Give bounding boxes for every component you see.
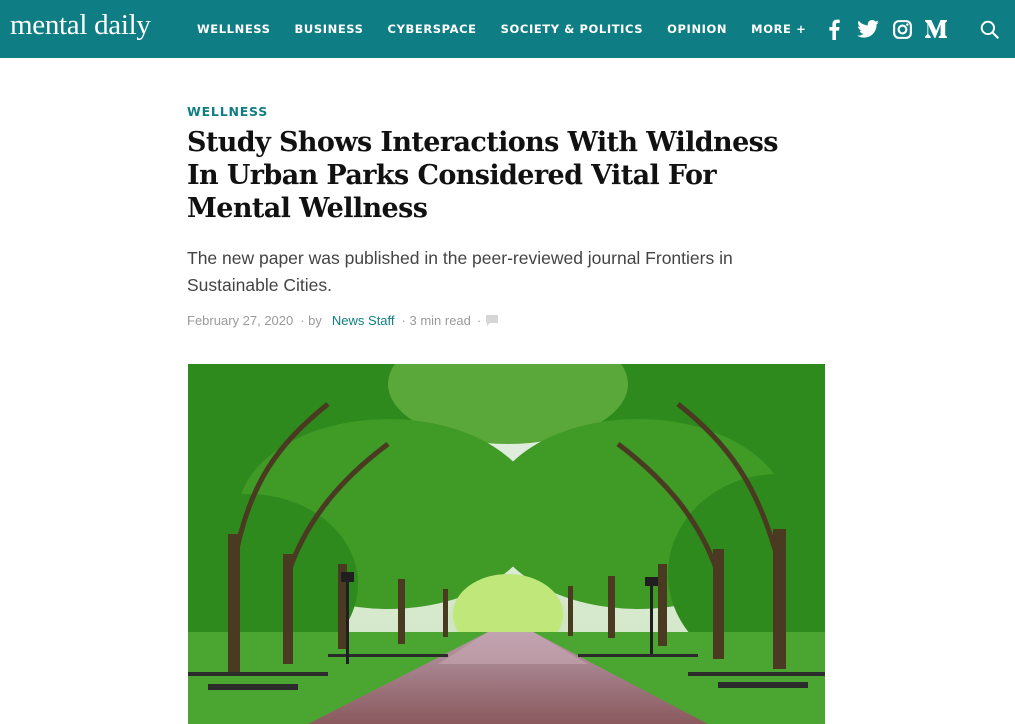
article-meta: February 27, 2020 · by News Staff · 3 mi…	[187, 313, 499, 328]
publish-date: February 27, 2020	[187, 313, 294, 328]
search-icon[interactable]	[977, 17, 1001, 41]
author-link[interactable]: News Staff	[332, 313, 395, 328]
main-nav: WELLNESS BUSINESS CYBERSPACE SOCIETY & P…	[197, 0, 830, 58]
top-navigation-bar: mental daily WELLNESS BUSINESS CYBERSPAC…	[0, 0, 1015, 58]
article-title: Study Shows Interactions With Wildness I…	[187, 127, 778, 224]
meta-separator: ·	[476, 313, 482, 328]
instagram-icon[interactable]	[891, 18, 913, 40]
article-category[interactable]: WELLNESS	[187, 104, 268, 119]
nav-item-cyberspace[interactable]: CYBERSPACE	[388, 22, 477, 36]
nav-item-business[interactable]: BUSINESS	[295, 22, 364, 36]
byline-prefix: · by	[300, 313, 322, 328]
article-subtitle: The new paper was published in the peer-…	[187, 248, 733, 295]
site-logo[interactable]: mental daily	[10, 9, 151, 42]
nav-item-opinion[interactable]: OPINION	[667, 22, 727, 36]
facebook-icon[interactable]	[823, 18, 845, 40]
read-time: · 3 min read	[401, 313, 471, 328]
nav-item-more[interactable]: MORE +	[751, 22, 806, 36]
social-links	[823, 0, 947, 58]
nav-item-wellness[interactable]: WELLNESS	[197, 22, 271, 36]
comment-icon[interactable]	[485, 314, 499, 327]
medium-icon[interactable]	[925, 18, 947, 40]
twitter-icon[interactable]	[857, 18, 879, 40]
nav-item-society-politics[interactable]: SOCIETY & POLITICS	[501, 22, 644, 36]
park-photo	[188, 364, 825, 724]
hero-image	[188, 364, 825, 724]
